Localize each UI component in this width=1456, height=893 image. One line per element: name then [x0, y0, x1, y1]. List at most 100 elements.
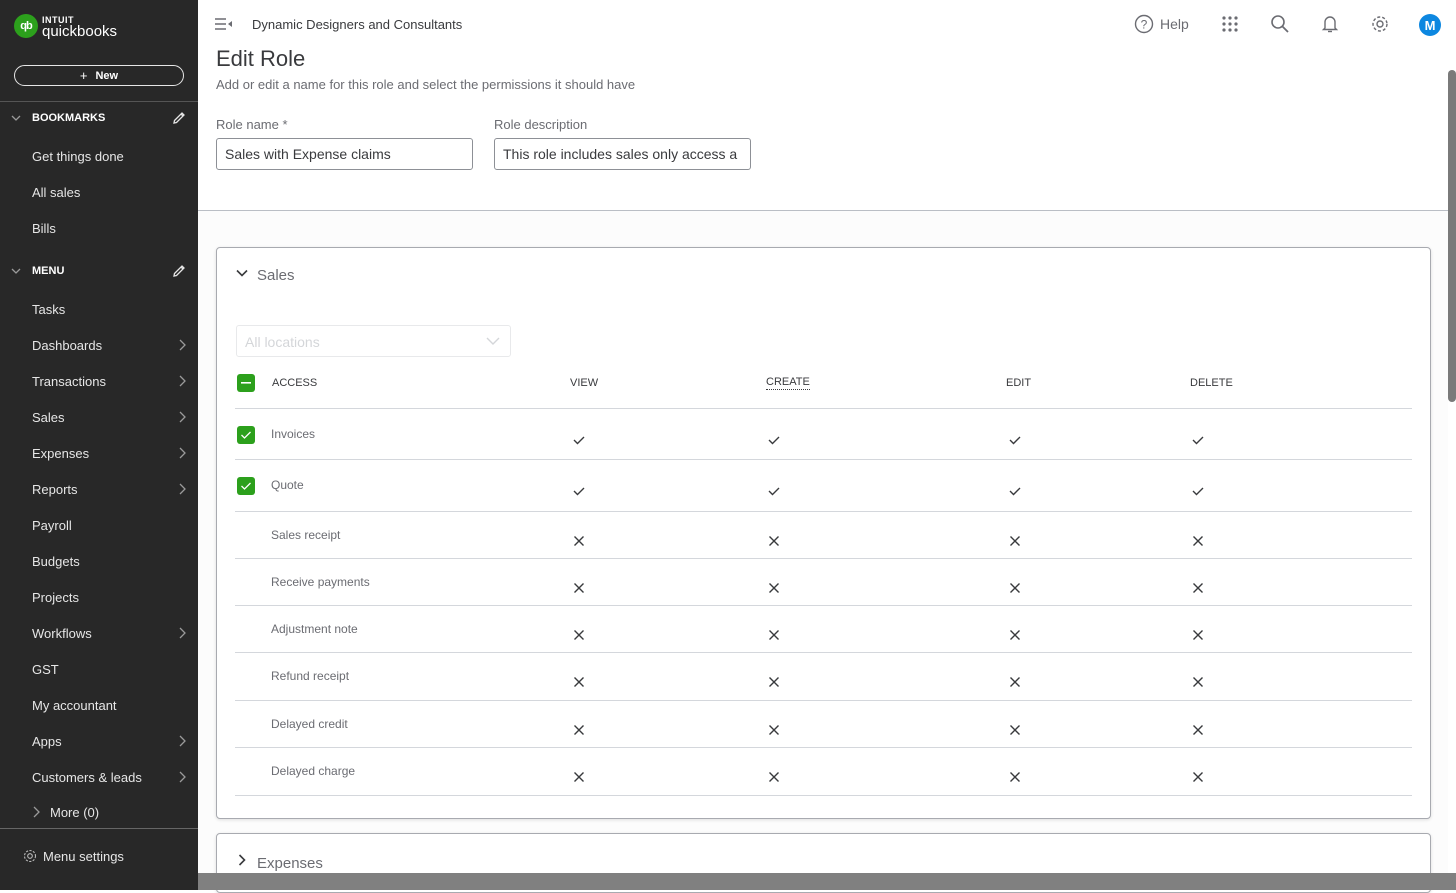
new-button-label: New: [95, 69, 119, 82]
gear-icon: [23, 849, 37, 863]
cross-icon: [1010, 582, 1020, 593]
sidebar-item-label: Reports: [32, 481, 78, 497]
header-access: ACCESS: [272, 377, 318, 389]
chevron-right-icon: [179, 375, 186, 387]
cross-icon: [574, 582, 584, 593]
collapse-menu-icon[interactable]: [214, 17, 234, 31]
locations-dropdown[interactable]: All locations: [236, 325, 511, 357]
chevron-right-icon: [179, 447, 186, 459]
quickbooks-logo[interactable]: qb INTUIT quickbooks: [14, 14, 117, 39]
sidebar-item-more[interactable]: More (0): [0, 797, 198, 827]
check-icon: [573, 487, 585, 496]
indeterminate-minus-icon: [241, 382, 251, 384]
permission-row: Delayed charge: [235, 748, 1412, 796]
permission-name: Invoices: [271, 427, 316, 441]
select-all-checkbox[interactable]: [237, 374, 255, 392]
bookmark-label: Get things done: [32, 148, 124, 164]
bookmark-item[interactable]: All sales: [0, 177, 198, 207]
chevron-right-icon: [238, 854, 246, 866]
permission-name: Delayed charge: [271, 764, 356, 778]
header-delete: DELETE: [1190, 377, 1233, 389]
sidebar-item-label: Workflows: [32, 625, 92, 641]
role-name-input[interactable]: [216, 138, 473, 170]
sidebar-item-label: GST: [32, 661, 59, 677]
cross-icon: [574, 772, 584, 782]
cross-icon: [1193, 535, 1203, 546]
check-icon: [573, 436, 585, 444]
sidebar-item-label: Dashboards: [32, 337, 103, 353]
menu-settings-button[interactable]: Menu settings: [22, 848, 124, 864]
cross-icon: [769, 772, 779, 782]
help-question-icon: ?: [1134, 14, 1154, 34]
menu-section-header[interactable]: MENU: [0, 261, 198, 281]
sidebar-item-sales[interactable]: Sales: [0, 402, 198, 432]
sidebar-item-customers-leads[interactable]: Customers & leads: [0, 762, 198, 792]
sidebar-item-label: My accountant: [32, 697, 117, 713]
sidebar-item-label: Budgets: [32, 553, 80, 569]
permission-name: Receive payments: [271, 575, 370, 589]
sidebar-item-dashboards[interactable]: Dashboards: [0, 330, 198, 360]
row-checkbox[interactable]: [237, 426, 255, 444]
bookmark-item[interactable]: Bills: [0, 213, 198, 243]
cross-icon: [1193, 772, 1203, 782]
search-icon[interactable]: [1270, 14, 1290, 34]
edit-menu-pencil-icon[interactable]: [171, 263, 187, 279]
help-label: Help: [1160, 16, 1189, 32]
sidebar-item-label: Customers & leads: [32, 769, 142, 785]
sidebar-item-workflows[interactable]: Workflows: [0, 618, 198, 648]
cross-icon: [574, 629, 584, 640]
permissions-table: ACCESS VIEW CREATE EDIT DELETE Invoices Q…: [235, 363, 1412, 796]
check-icon: [768, 436, 780, 444]
sidebar-item-reports[interactable]: Reports: [0, 474, 198, 504]
sidebar-item-gst[interactable]: GST: [0, 654, 198, 684]
chevron-right-icon: [179, 411, 186, 423]
vertical-scrollbar[interactable]: [1448, 70, 1456, 402]
sidebar: qb INTUIT quickbooks + New BOOKMARKS Get…: [0, 0, 198, 890]
row-checkbox[interactable]: [237, 477, 255, 495]
sidebar-item-tasks[interactable]: Tasks: [0, 294, 198, 324]
bookmarks-section-header[interactable]: BOOKMARKS: [0, 108, 198, 128]
help-button[interactable]: ? Help: [1134, 14, 1189, 34]
header-view: VIEW: [570, 377, 599, 389]
company-name: Dynamic Designers and Consultants: [252, 17, 463, 32]
new-button[interactable]: + New: [14, 65, 184, 86]
menu-settings-label: Menu settings: [43, 848, 124, 864]
sidebar-item-projects[interactable]: Projects: [0, 582, 198, 612]
svg-text:?: ?: [1141, 18, 1148, 32]
cross-icon: [769, 629, 779, 640]
sidebar-item-expenses[interactable]: Expenses: [0, 438, 198, 468]
horizontal-scrollbar[interactable]: [198, 873, 1456, 890]
sidebar-item-my-accountant[interactable]: My accountant: [0, 690, 198, 720]
notifications-bell-icon[interactable]: [1320, 14, 1340, 34]
top-bar: Dynamic Designers and Consultants ? Help…: [198, 0, 1456, 46]
header-create[interactable]: CREATE: [766, 376, 810, 390]
cross-icon: [769, 724, 779, 735]
cross-icon: [1010, 677, 1020, 687]
sidebar-item-transactions[interactable]: Transactions: [0, 366, 198, 396]
permission-row: Invoices: [235, 409, 1412, 460]
sidebar-item-budgets[interactable]: Budgets: [0, 546, 198, 576]
sidebar-divider: [0, 828, 198, 829]
bookmark-item[interactable]: Get things done: [0, 141, 198, 171]
role-description-input[interactable]: [494, 138, 751, 170]
permission-name: Sales receipt: [271, 528, 341, 542]
edit-bookmarks-pencil-icon[interactable]: [171, 110, 187, 126]
cross-icon: [769, 535, 779, 546]
chevron-right-icon: [179, 339, 186, 351]
expenses-section-title: Expenses: [257, 855, 323, 872]
settings-gear-icon[interactable]: [1370, 14, 1390, 34]
permission-name: Refund receipt: [271, 669, 350, 683]
chevron-down-icon: [11, 268, 21, 274]
sidebar-item-label: Projects: [32, 589, 79, 605]
user-avatar[interactable]: M: [1419, 14, 1441, 36]
cross-icon: [1010, 724, 1020, 735]
permission-name: Adjustment note: [271, 622, 358, 636]
sidebar-item-apps[interactable]: Apps: [0, 726, 198, 756]
check-icon: [1009, 487, 1021, 496]
plus-icon: +: [79, 68, 88, 83]
cross-icon: [1010, 535, 1020, 546]
apps-grid-icon[interactable]: [1220, 14, 1240, 34]
sidebar-item-payroll[interactable]: Payroll: [0, 510, 198, 540]
sales-section-title: Sales: [257, 267, 295, 284]
check-icon: [1192, 487, 1204, 496]
